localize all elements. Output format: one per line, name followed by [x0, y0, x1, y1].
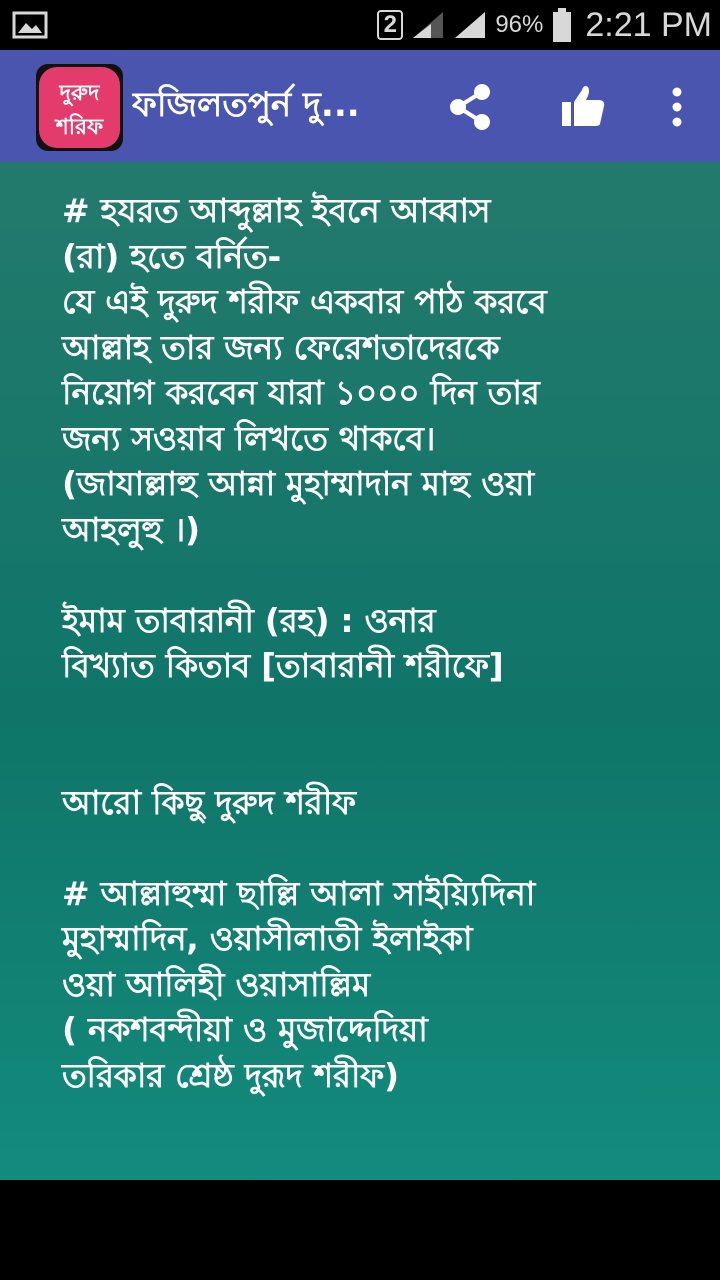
signal-icon [413, 12, 444, 38]
logo-line-1: দুরুদ [59, 81, 100, 106]
share-icon[interactable] [444, 80, 498, 134]
battery-percent: 96% [495, 11, 544, 38]
more-vert-icon[interactable] [660, 80, 694, 134]
battery-icon [553, 8, 572, 42]
thumbs-up-icon[interactable] [556, 80, 610, 134]
image-icon [12, 11, 48, 39]
bottom-bar [0, 1180, 720, 1280]
status-right: 2 96% 2:21 PM [377, 0, 712, 50]
app-bar: দুরুদ শরিফ ফজিলতপুর্ন দু... [0, 50, 720, 162]
logo-line-2: শরিফ [55, 115, 104, 140]
page-title: ফজিলতপুর্ন দু... [132, 85, 360, 125]
durood-text: # হযরত আব্দুল্লাহ ইবনে আব্বাস (রা) হতে ব… [62, 191, 547, 1095]
clock: 2:21 PM [585, 5, 712, 44]
status-bar: 2 96% 2:21 PM [0, 0, 720, 50]
signal-icon [455, 12, 486, 38]
app-logo[interactable]: দুরুদ শরিফ [36, 64, 123, 151]
sim-badge: 2 [377, 10, 404, 40]
content-area[interactable]: # হযরত আব্দুল্লাহ ইবনে আব্বাস (রা) হতে ব… [0, 162, 720, 1180]
